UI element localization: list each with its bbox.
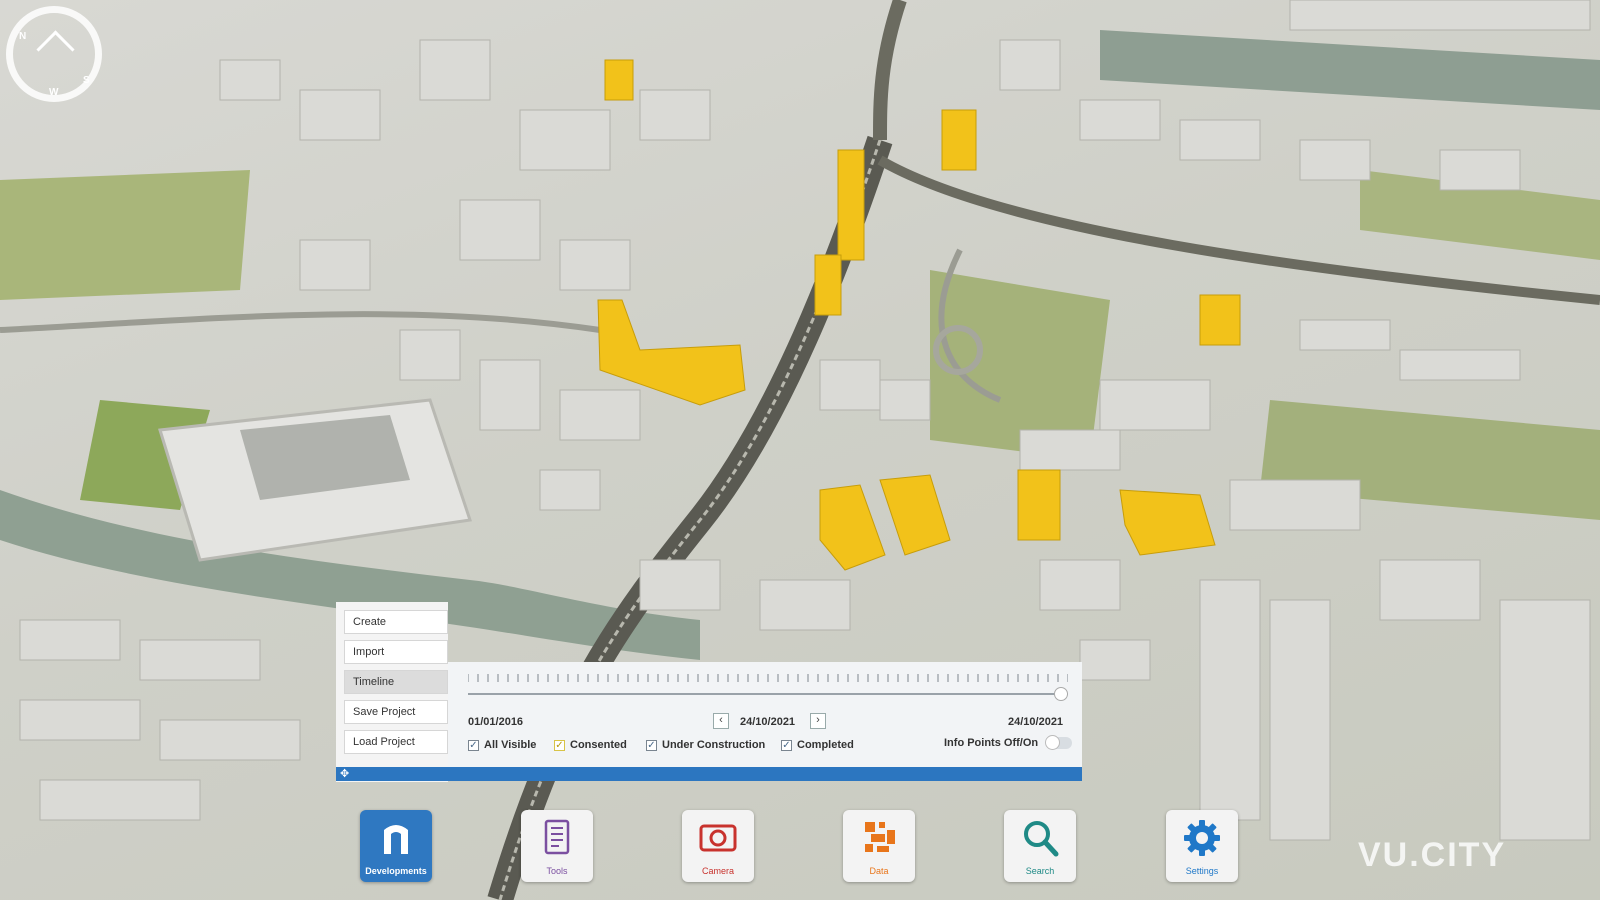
timeline-next-button[interactable]: › xyxy=(810,713,826,729)
timeline-button[interactable]: Timeline xyxy=(344,670,448,694)
data-icon xyxy=(865,822,895,852)
chevron-left-icon: ‹ xyxy=(719,714,723,726)
chevron-right-icon: › xyxy=(816,714,820,726)
import-button[interactable]: Import xyxy=(344,640,448,664)
tools-icon xyxy=(544,819,570,855)
developments-icon xyxy=(384,825,408,854)
compass-letter: W xyxy=(49,87,59,98)
road xyxy=(0,311,601,333)
railway xyxy=(873,0,907,141)
gear-icon xyxy=(1184,820,1220,856)
settings-button[interactable]: Settings xyxy=(1166,810,1238,882)
checkbox-all-visible[interactable]: ✓ xyxy=(468,739,479,751)
filter-all-visible[interactable]: ✓ All Visible xyxy=(468,739,536,751)
save-project-button[interactable]: Save Project xyxy=(344,700,448,724)
tools-button[interactable]: Tools xyxy=(521,810,593,882)
info-points-toggle[interactable] xyxy=(1045,735,1072,750)
river xyxy=(1100,30,1600,110)
filter-label: Under Construction xyxy=(662,739,766,751)
developments-button[interactable]: Developments xyxy=(360,810,432,882)
timeline-current-date: 24/10/2021 xyxy=(740,716,796,728)
filter-label: Completed xyxy=(797,739,854,751)
load-project-button[interactable]: Load Project xyxy=(344,730,448,754)
filter-consented[interactable]: ✓ Consented xyxy=(554,739,627,751)
filter-label: All Visible xyxy=(484,739,537,751)
vucity-watermark-logo: VU.CITY xyxy=(1358,836,1507,874)
park-area xyxy=(0,170,250,300)
camera-icon xyxy=(699,824,737,852)
filter-completed[interactable]: ✓ Completed xyxy=(781,739,854,751)
filter-label: Consented xyxy=(570,739,627,751)
camera-button[interactable]: Camera xyxy=(682,810,754,882)
compass-widget[interactable]: N S W xyxy=(6,6,102,102)
checkbox-under-construction[interactable]: ✓ xyxy=(646,739,657,751)
toggle-knob xyxy=(1045,735,1060,750)
timeline-prev-button[interactable]: ‹ xyxy=(713,713,729,729)
checkbox-consented[interactable]: ✓ xyxy=(554,739,565,751)
move-icon[interactable]: ✥ xyxy=(340,768,349,780)
filter-under-construction[interactable]: ✓ Under Construction xyxy=(646,739,765,751)
dock-label: Developments xyxy=(365,866,427,876)
checkbox-completed[interactable]: ✓ xyxy=(781,739,792,751)
timeline-panel: 01/01/2016 ‹ 24/10/2021 › 24/10/2021 ✓ A… xyxy=(448,662,1082,767)
create-button[interactable]: Create xyxy=(344,610,448,634)
compass-letter: S xyxy=(83,75,90,86)
timeline-ticks xyxy=(468,674,1068,682)
info-points-label: Info Points Off/On xyxy=(944,737,1039,749)
dock-label: Search xyxy=(1025,866,1055,876)
timeline-start-date: 01/01/2016 xyxy=(468,716,524,728)
timeline-footer-bar: ✥ xyxy=(336,767,1082,781)
search-button[interactable]: Search xyxy=(1004,810,1076,882)
compass-letter: N xyxy=(19,31,27,42)
search-icon xyxy=(1024,821,1059,857)
data-button[interactable]: Data xyxy=(843,810,915,882)
timeline-slider-handle[interactable] xyxy=(1054,687,1068,701)
timeline-end-date: 24/10/2021 xyxy=(1008,716,1064,728)
dock-label: Data xyxy=(869,866,889,876)
project-side-menu: Create Import Timeline Save Project Load… xyxy=(336,602,448,782)
dock-label: Settings xyxy=(1185,866,1219,876)
dock-label: Camera xyxy=(701,866,734,876)
compass-needle-icon xyxy=(36,30,75,69)
timeline-track[interactable] xyxy=(468,693,1068,695)
dock-label: Tools xyxy=(546,866,568,876)
